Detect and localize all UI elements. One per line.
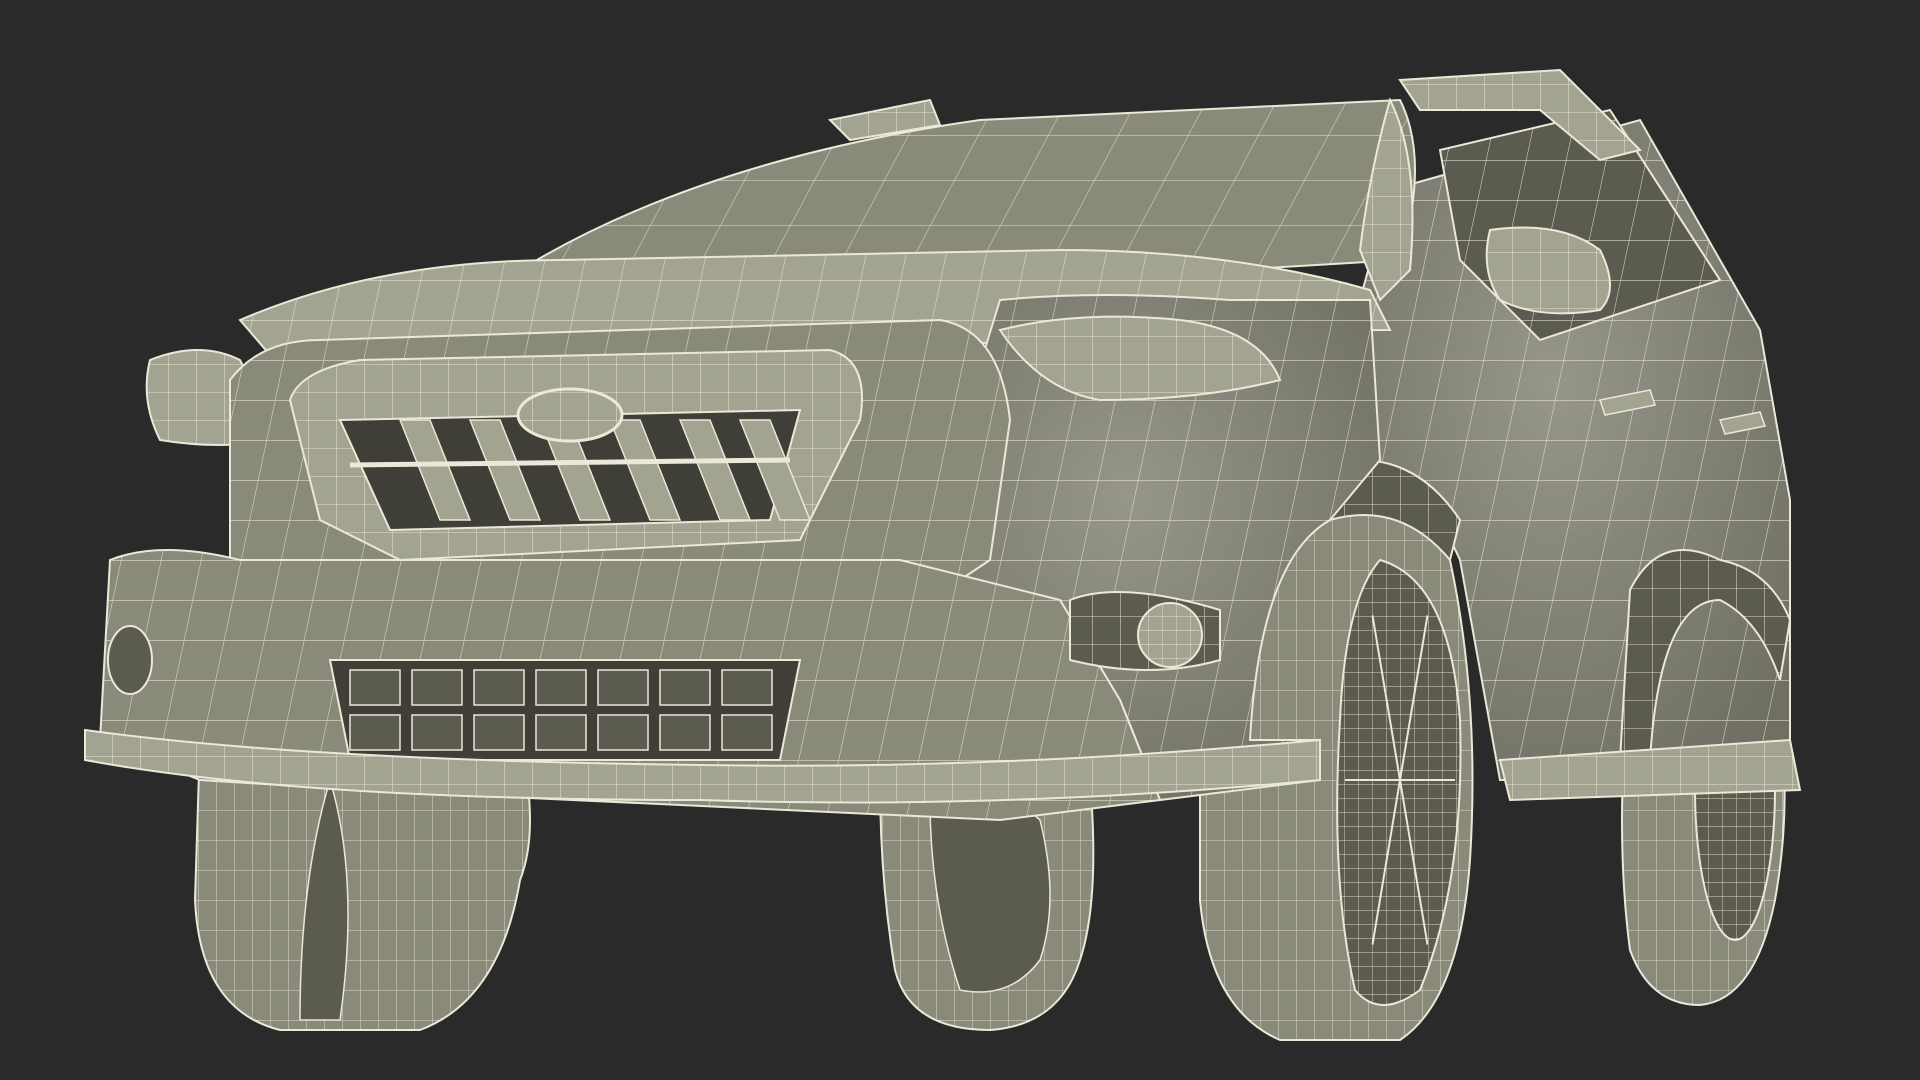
intake-cell <box>535 669 587 706</box>
intake-cell <box>349 669 401 706</box>
wireframe-car-render <box>84 68 1802 1041</box>
intake-cell <box>597 669 649 706</box>
intake-cell <box>721 669 773 706</box>
intake-cell <box>473 714 525 751</box>
intake-cell <box>349 714 401 751</box>
intake-cell <box>659 714 711 751</box>
intake-cell <box>411 669 463 706</box>
intake-cell <box>473 669 525 706</box>
intake-cell <box>721 714 773 751</box>
intake-cell <box>535 714 587 751</box>
intake-cell <box>597 714 649 751</box>
fog-light-left <box>107 625 153 695</box>
intake-cell <box>659 669 711 706</box>
3d-viewport[interactable] <box>0 0 1920 1080</box>
intake-cell <box>411 714 463 751</box>
